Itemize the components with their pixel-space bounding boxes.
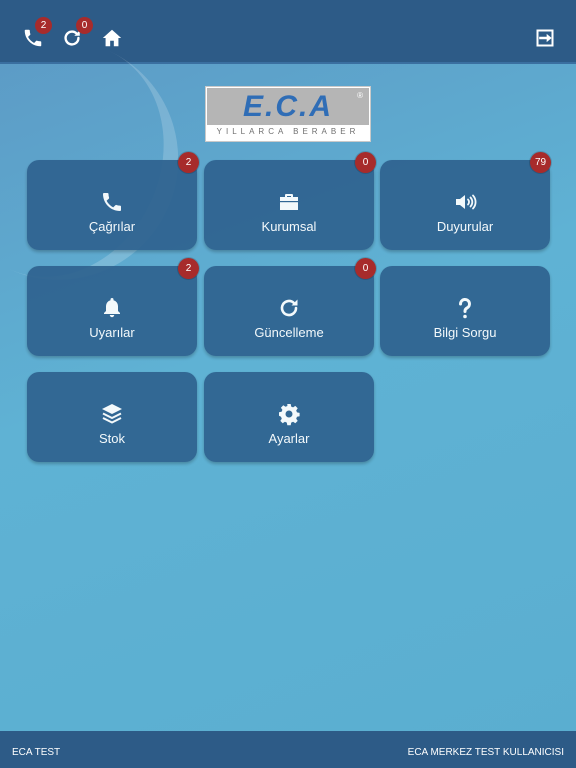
tile-info-query[interactable]: Bilgi Sorgu (380, 266, 550, 356)
alerts-badge: 2 (178, 258, 199, 279)
tile-stock[interactable]: Stok (27, 372, 197, 462)
logo-slogan: YILLARCA BERABER (216, 127, 360, 136)
bell-icon (100, 296, 124, 320)
tile-settings[interactable]: Ayarlar (204, 372, 374, 462)
tile-label: Duyurular (436, 219, 494, 234)
tile-label: Kurumsal (261, 219, 317, 234)
volume-icon (453, 190, 477, 214)
tile-update[interactable]: Güncelleme (204, 266, 374, 356)
refresh-icon (277, 296, 301, 320)
footer-company: ECA TEST (12, 747, 61, 758)
tile-announcements[interactable]: Duyurular (380, 160, 550, 250)
tile-label: Ayarlar (268, 431, 310, 446)
logo-registered-mark: ® (357, 91, 363, 100)
phone-icon (100, 190, 124, 214)
tile-label: Çağrılar (88, 219, 136, 234)
announcements-badge: 79 (530, 152, 551, 173)
layers-icon (100, 402, 124, 426)
tile-corporate[interactable]: Kurumsal (204, 160, 374, 250)
tile-label: Stok (98, 431, 125, 446)
eca-logo: E.C.A ® YILLARCA BERABER (206, 87, 370, 141)
tile-calls[interactable]: Çağrılar (27, 160, 197, 250)
home-icon[interactable] (101, 27, 123, 49)
logo-banner: E.C.A ® (207, 88, 369, 125)
calls-count-badge: 2 (35, 17, 52, 34)
tile-label: Bilgi Sorgu (433, 325, 497, 340)
top-bar: 2 0 (0, 0, 576, 64)
tile-alerts[interactable]: Uyarılar (27, 266, 197, 356)
footer-bar: ECA TEST ECA MERKEZ TEST KULLANICISI (0, 731, 576, 768)
question-icon (453, 296, 477, 320)
updates-count-badge: 0 (76, 17, 93, 34)
footer-user: ECA MERKEZ TEST KULLANICISI (407, 747, 564, 758)
tile-label: Güncelleme (254, 325, 324, 340)
gear-icon (277, 402, 301, 426)
logout-icon[interactable] (535, 28, 555, 48)
corporate-badge: 0 (355, 152, 376, 173)
update-badge: 0 (355, 258, 376, 279)
briefcase-icon (277, 190, 301, 214)
logo-main-text: E.C.A (242, 90, 333, 123)
calls-badge: 2 (178, 152, 199, 173)
tile-label: Uyarılar (89, 325, 135, 340)
